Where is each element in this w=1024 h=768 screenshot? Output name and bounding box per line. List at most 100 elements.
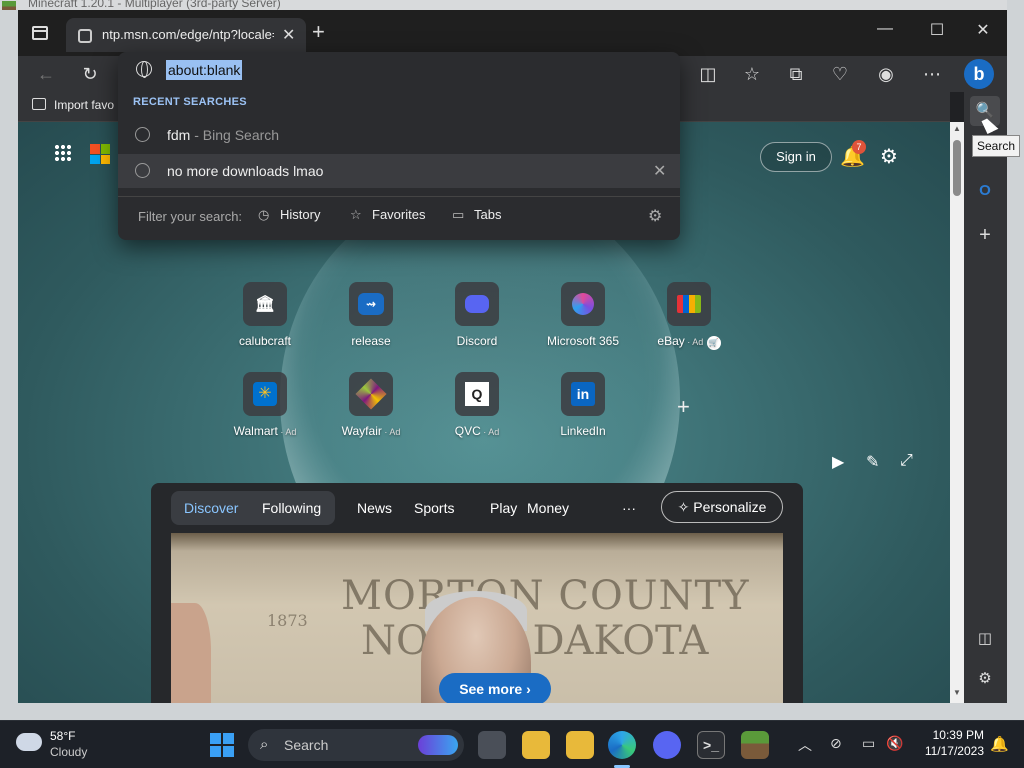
suggestion-text: no more downloads lmao [167, 163, 324, 179]
person-figure [171, 603, 211, 703]
tab-sports[interactable]: Sports [414, 500, 454, 516]
browser-essentials-icon[interactable]: ♡ [828, 62, 852, 86]
close-window-icon[interactable]: ✕ [968, 20, 998, 40]
cloud-weather-icon[interactable] [16, 733, 42, 751]
system-clock[interactable]: 10:39 PM 11/17/2023 [914, 727, 984, 759]
see-more-button[interactable]: See more › [439, 673, 551, 703]
favorites-star-icon[interactable]: ☆ [740, 62, 764, 86]
quick-link-walmart[interactable]: ✳ Walmart · Ad [213, 372, 317, 438]
suggestion-item[interactable]: no more downloads lmao ✕ [118, 154, 680, 188]
behind-window-edge [0, 10, 18, 720]
terminal-icon[interactable]: >_ [697, 731, 725, 759]
display-icon[interactable]: ▭ [862, 735, 875, 752]
suggestion-item[interactable]: fdm - Bing Search [118, 118, 680, 152]
close-tab-icon[interactable]: ✕ [282, 25, 295, 45]
outlook-icon[interactable]: O [970, 176, 1000, 206]
edit-background-icon[interactable]: ✎ [866, 452, 879, 472]
new-tab-plus-icon[interactable]: + [312, 21, 325, 43]
behind-window-title: Minecraft 1.20.1 - Multiplayer (3rd-part… [28, 0, 281, 10]
address-input[interactable]: about:blank [166, 60, 243, 80]
app-launcher-icon[interactable] [54, 144, 72, 162]
news-feed: Discover Following News Sports Play Mone… [151, 483, 803, 703]
filter-label: Favorites [372, 207, 426, 222]
search-settings-gear-icon[interactable]: ⚙ [648, 206, 662, 226]
tab-actions-icon[interactable] [32, 26, 48, 40]
filter-search-label: Filter your search: [138, 209, 243, 224]
file-explorer-icon[interactable] [566, 731, 594, 759]
import-favorites-button[interactable]: Import favo [32, 98, 114, 112]
file-explorer-icon[interactable] [522, 731, 550, 759]
tab-discover[interactable]: Discover [184, 500, 238, 516]
quick-link-ebay[interactable]: eBay · Ad 🛒 [637, 282, 741, 350]
quick-link-qvc[interactable]: Q QVC · Ad [425, 372, 529, 438]
weather-temperature[interactable]: 58°F [50, 729, 75, 743]
refresh-icon[interactable]: ↻ [78, 62, 102, 86]
no-internet-icon[interactable]: ⊘ [830, 735, 842, 752]
back-arrow-icon[interactable]: ← [34, 62, 58, 86]
weather-description[interactable]: Cloudy [50, 745, 87, 759]
edge-icon[interactable] [608, 731, 636, 759]
search-tooltip: Search [972, 135, 1020, 157]
tab-news[interactable]: News [357, 500, 392, 516]
tab-money[interactable]: Money [527, 500, 569, 516]
walmart-icon: ✳ [243, 372, 287, 416]
collections-icon[interactable]: ⧉ [784, 62, 808, 86]
bing-copilot-icon[interactable]: b [964, 59, 994, 89]
windows-taskbar: 58°F Cloudy ⌕ Search >_ ︿ ⊘ ▭ 🔇 10:39 PM… [0, 720, 1024, 768]
news-image[interactable]: 1873 MORTON COUNTY NORTH DAKOTA See more… [171, 533, 783, 703]
quick-link-discord[interactable]: Discord [425, 282, 529, 348]
personalize-button[interactable]: ✧ Personalize [661, 491, 783, 523]
notification-bell-icon[interactable]: 🔔 [990, 735, 1009, 753]
expand-icon[interactable]: ⤢ [900, 452, 913, 470]
maximize-icon[interactable]: ☐ [922, 20, 952, 40]
filter-history-button[interactable]: ◷ History [258, 207, 320, 223]
page-scrollbar[interactable]: ▲ ▼ [950, 122, 964, 703]
discord-taskbar-icon[interactable] [653, 731, 681, 759]
quick-link-linkedin[interactable]: in LinkedIn [531, 372, 635, 438]
microsoft-365-icon [561, 282, 605, 326]
page-settings-gear-icon[interactable]: ⚙ [880, 144, 898, 169]
qvc-icon: Q [455, 372, 499, 416]
tab-play[interactable]: Play [490, 500, 517, 516]
scroll-up-arrow-icon[interactable]: ▲ [953, 124, 961, 133]
profile-avatar-icon[interactable]: ◉ [874, 62, 898, 86]
minimize-icon[interactable]: — [870, 20, 900, 38]
address-bar-dropdown: about:blank RECENT SEARCHES fdm - Bing S… [118, 52, 680, 240]
quick-link-wayfair[interactable]: Wayfair · Ad [319, 372, 423, 438]
taskbar-search-box[interactable]: ⌕ Search [248, 729, 464, 761]
add-sidebar-app-plus-icon[interactable]: + [970, 220, 1000, 250]
tab-title: ntp.msn.com/edge/ntp?locale=e [102, 27, 274, 42]
filter-label: History [280, 207, 321, 222]
play-background-icon[interactable]: ▶ [832, 452, 844, 472]
tab-new-tab[interactable]: ntp.msn.com/edge/ntp?locale=e ✕ [66, 18, 306, 52]
quick-link-release[interactable]: ⇝ release [319, 282, 423, 348]
quick-link-calubcraft[interactable]: 🏛 calubcraft [213, 282, 317, 348]
scrollbar-thumb[interactable] [953, 140, 961, 196]
more-menu-icon[interactable]: ⋯ [920, 62, 944, 86]
sidebar-settings-gear-icon[interactable]: ⚙ [970, 664, 1000, 694]
filter-favorites-button[interactable]: ☆ Favorites [350, 207, 425, 223]
hide-sidebar-icon[interactable]: ◫ [970, 624, 1000, 654]
quick-link-microsoft-365[interactable]: Microsoft 365 [531, 282, 635, 348]
sign-in-button[interactable]: Sign in [760, 142, 832, 172]
minecraft-taskbar-icon[interactable] [741, 731, 769, 759]
sparkle-icon: ✧ [677, 499, 690, 515]
scroll-down-arrow-icon[interactable]: ▼ [953, 688, 961, 697]
start-windows-icon[interactable] [210, 733, 234, 757]
quick-link-label: Wayfair · Ad [341, 424, 401, 438]
tab-following[interactable]: Following [262, 500, 321, 516]
filter-tabs-button[interactable]: ▭ Tabs [452, 207, 501, 223]
remove-suggestion-close-icon[interactable]: ✕ [653, 161, 666, 181]
volume-muted-icon[interactable]: 🔇 [886, 735, 903, 752]
quick-link-label: Discord [456, 334, 498, 348]
task-view-icon[interactable] [478, 731, 506, 759]
see-more-label: See more [459, 681, 523, 697]
more-tabs-icon[interactable]: ··· [622, 500, 636, 516]
split-screen-icon[interactable]: ◫ [696, 62, 720, 86]
behind-window-titlebar: Minecraft 1.20.1 - Multiplayer (3rd-part… [0, 0, 1024, 15]
address-bar[interactable]: about:blank [118, 52, 680, 88]
add-quick-link-plus-icon[interactable]: + [677, 394, 690, 420]
ebay-bag-icon [667, 282, 711, 326]
taskbar-search-placeholder: Search [284, 737, 329, 753]
show-hidden-icons-chevron-icon[interactable]: ︿ [798, 735, 812, 755]
